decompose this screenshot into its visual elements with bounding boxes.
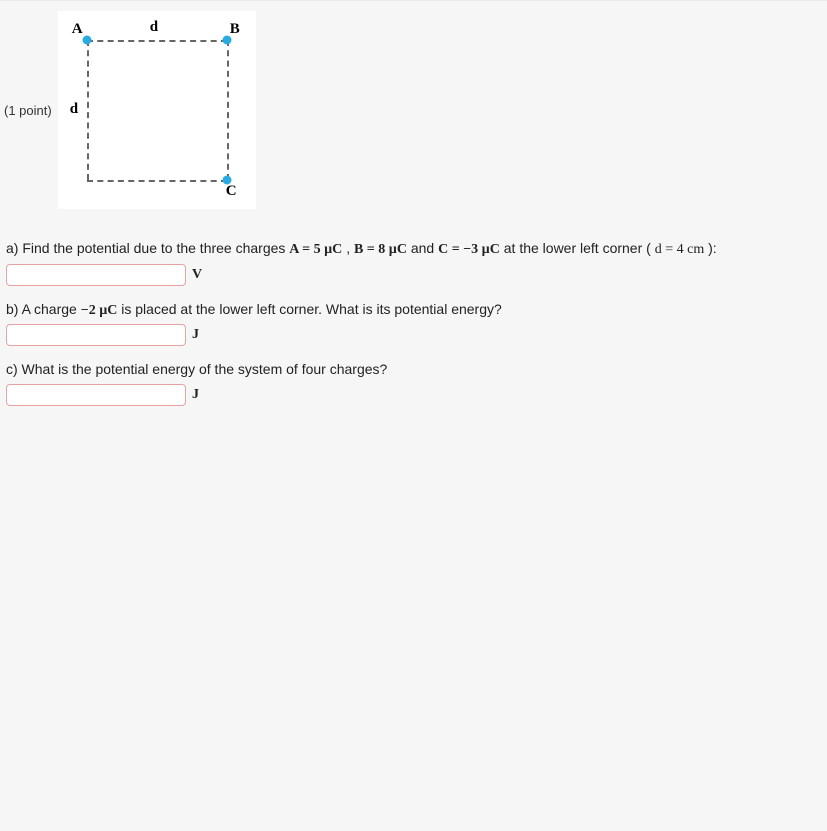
question-b-text: b) A charge −2 µC is placed at the lower…	[6, 300, 821, 321]
qa-d-eq: d = 4 cm	[655, 242, 705, 257]
edge-right	[227, 40, 229, 180]
qa-prefix: a) Find the potential due to the three c…	[6, 240, 289, 256]
qa-mid: at the lower left corner (	[504, 240, 651, 256]
dot-a	[82, 36, 91, 45]
qa-c-eq: C = −3 µC	[438, 242, 500, 257]
unit-b: J	[192, 327, 199, 343]
label-d-left: d	[70, 101, 78, 118]
qb-q-eq: −2 µC	[81, 303, 118, 318]
answer-a-input[interactable]	[6, 264, 186, 286]
qa-sep2: and	[411, 240, 438, 256]
qa-suffix: ):	[708, 240, 717, 256]
edge-top	[87, 40, 227, 42]
square-figure: A B C d d	[62, 15, 252, 205]
qb-prefix: b) A charge	[6, 301, 81, 317]
answer-c-input[interactable]	[6, 384, 186, 406]
label-c: C	[226, 183, 237, 200]
qa-b-eq: B = 8 µC	[354, 242, 407, 257]
qa-sep1: ,	[346, 240, 354, 256]
label-b: B	[230, 21, 240, 38]
edge-bottom	[87, 180, 227, 182]
answer-b-input[interactable]	[6, 324, 186, 346]
question-c-text: c) What is the potential energy of the s…	[6, 360, 821, 380]
edge-left	[87, 40, 89, 180]
label-a: A	[72, 21, 83, 38]
points-label: (1 point)	[0, 103, 52, 118]
question-a-text: a) Find the potential due to the three c…	[6, 239, 821, 260]
figure-panel: A B C d d	[58, 11, 256, 209]
unit-c: J	[192, 387, 199, 403]
qb-suffix: is placed at the lower left corner. What…	[121, 301, 502, 317]
unit-a: V	[192, 267, 202, 283]
label-d-top: d	[150, 19, 158, 36]
qa-a-eq: A = 5 µC	[289, 242, 342, 257]
